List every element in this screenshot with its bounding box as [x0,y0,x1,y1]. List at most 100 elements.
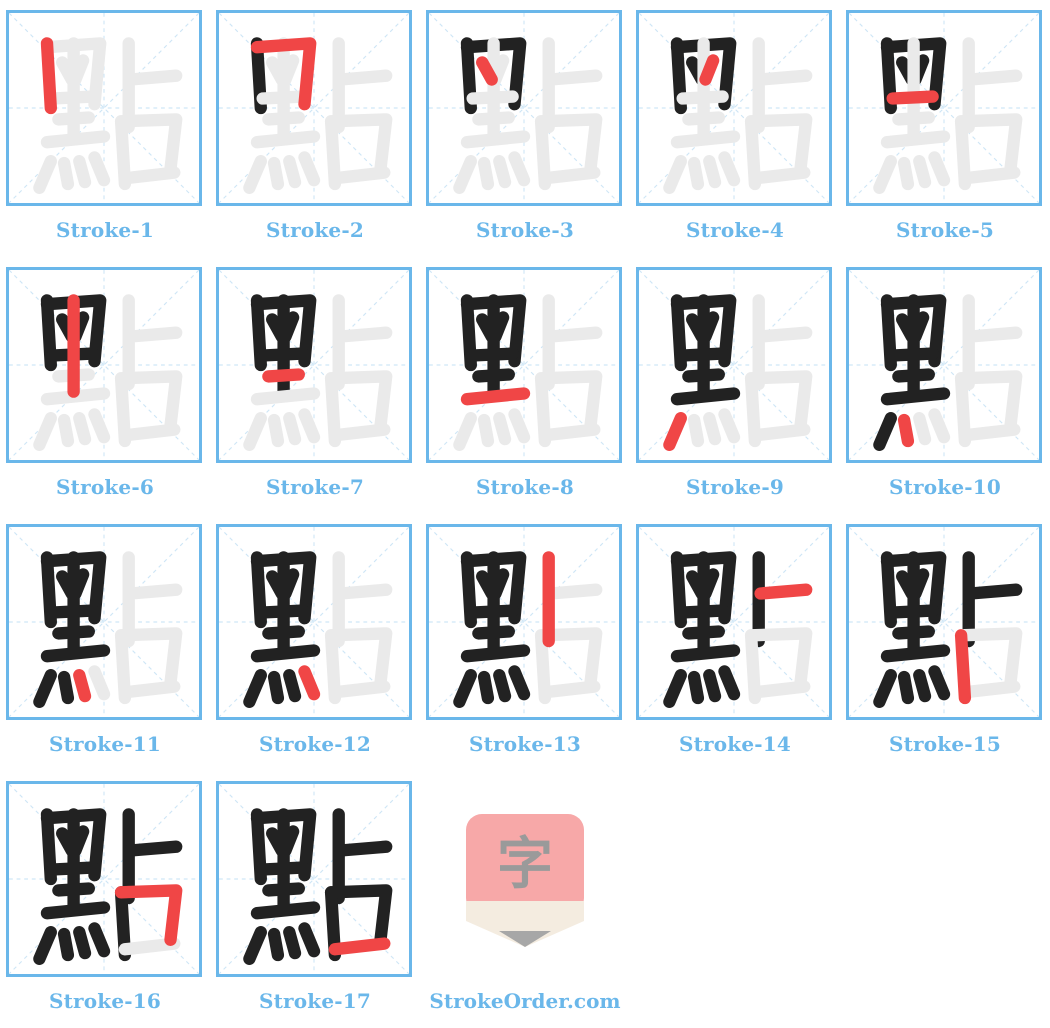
character-drawing [219,270,409,460]
site-logo-tile[interactable]: 字 StrokeOrder.com [420,771,630,1028]
stroke-frame [846,10,1042,206]
stroke-step: Stroke-6 [0,257,210,514]
stroke-step: Stroke-5 [840,0,1050,257]
completed-stroke [73,926,92,960]
stroke-frame [6,524,202,720]
stroke-frame [216,10,412,206]
completed-stroke [508,665,531,701]
character-drawing [429,270,619,460]
ghost-stroke [477,156,495,191]
current-stroke [73,669,92,703]
current-stroke [298,665,321,701]
ghost-stroke [453,155,477,194]
ghost-stroke [57,156,75,191]
ghost-stroke [298,408,321,444]
stroke-frame [426,10,622,206]
current-stroke [328,937,391,956]
ghost-stroke [873,155,897,194]
completed-stroke [334,840,393,857]
completed-stroke [250,901,321,920]
ghost-stroke [460,130,531,149]
character-drawing [429,527,619,717]
stroke-frame [636,10,832,206]
completed-stroke [703,669,722,703]
completed-stroke [52,882,95,897]
ghost-stroke [544,583,603,600]
ghost-stroke [880,130,951,149]
character-drawing [9,784,199,974]
site-name-link[interactable]: StrokeOrder.com [420,989,630,1013]
stroke-label: Stroke-6 [56,475,154,499]
stroke-step: Stroke-11 [0,514,210,771]
stroke-label: Stroke-9 [686,475,784,499]
stroke-frame [216,524,412,720]
ghost-stroke [958,680,1021,699]
stroke-step: Stroke-15 [840,514,1050,771]
stroke-frame [6,267,202,463]
completed-stroke [880,387,951,406]
stroke-label: Stroke-10 [888,475,1002,499]
stroke-label: Stroke-12 [258,732,372,756]
completed-stroke [892,368,935,383]
ghost-stroke [508,408,531,444]
ghost-stroke [88,151,111,187]
ghost-stroke [958,423,1021,442]
character-drawing [219,13,409,203]
ghost-stroke [73,155,92,189]
ghost-stroke [663,155,687,194]
stroke-label: Stroke-3 [476,218,574,242]
ghost-stroke [124,69,183,86]
ghost-stroke [670,130,741,149]
stroke-frame [846,524,1042,720]
character-drawing [9,13,199,203]
ghost-stroke [928,151,951,187]
ghost-stroke [334,583,393,600]
ghost-stroke [718,151,741,187]
ghost-stroke [493,412,512,446]
completed-stroke [873,412,897,451]
completed-stroke [33,669,57,708]
stroke-step: Stroke-2 [210,0,420,257]
stroke-step: Stroke-1 [0,0,210,257]
ghost-stroke [118,423,181,442]
character-drawing [429,13,619,203]
ghost-stroke [538,166,601,185]
completed-stroke [687,670,705,705]
stroke-frame [216,781,412,977]
ghost-stroke [33,155,57,194]
completed-stroke [682,625,725,640]
stroke-step: Stroke-9 [630,257,840,514]
current-stroke [754,583,813,600]
completed-stroke [453,669,477,708]
completed-stroke [472,368,515,383]
character-drawing [9,270,199,460]
current-stroke [954,629,972,705]
completed-stroke [283,669,302,703]
ghost-stroke [453,412,477,451]
character-drawing [639,527,829,717]
ghost-stroke [754,69,813,86]
character-drawing [219,784,409,974]
ghost-stroke [913,412,932,446]
current-stroke [699,54,720,86]
stroke-label: Stroke-16 [48,989,162,1013]
completed-stroke [670,387,741,406]
ghost-stroke [538,680,601,699]
character-drawing [849,270,1039,460]
stroke-frame [636,267,832,463]
ghost-stroke [267,413,285,448]
ghost-stroke [748,680,811,699]
completed-stroke [873,669,897,708]
character-drawing [849,13,1039,203]
character-drawing [639,13,829,203]
current-stroke [663,412,687,451]
ghost-stroke [544,326,603,343]
ghost-stroke [964,326,1023,343]
ghost-stroke [472,111,515,126]
ghost-stroke [250,387,321,406]
completed-stroke [243,669,267,708]
stroke-label: Stroke-13 [468,732,582,756]
completed-stroke [124,840,183,857]
pencil-character-icon: 字 [466,814,584,947]
completed-stroke [460,644,531,663]
